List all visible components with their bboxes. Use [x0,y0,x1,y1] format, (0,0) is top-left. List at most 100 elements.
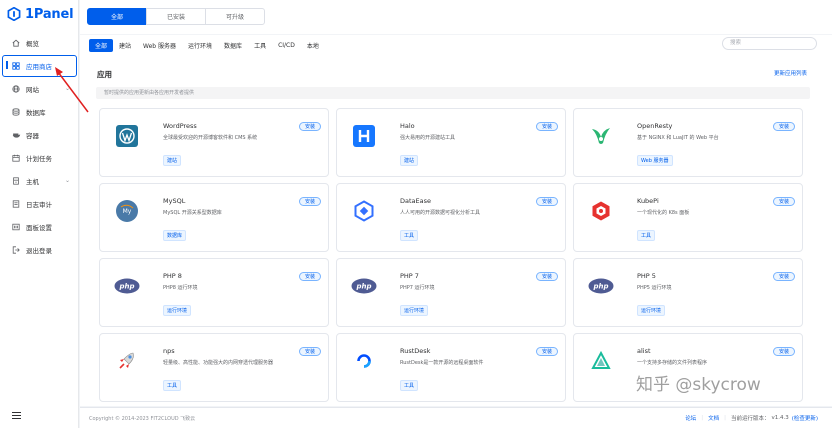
settings-icon [11,223,21,231]
tab-all[interactable]: 全部 [87,8,147,25]
sidebar-item-logout[interactable]: 退出登录 [0,238,78,261]
app-card[interactable]: DataEase 人人可用的开源数据可视化分析工具 工具 安装 [336,183,566,252]
app-name: Halo [400,122,415,130]
dataease-icon [351,198,377,224]
footer-links: 论坛 | 文档 | 当前运行版本： v1.4.3 (检查更新) [685,414,818,422]
version-number: v1.4.3 [771,415,789,421]
app-card[interactable]: Halo 强大易用的开源建站工具 建站 安装 [336,108,566,177]
app-card[interactable]: OpenResty 基于 NGINX 和 LuaJIT 的 Web 平台 Web… [573,108,803,177]
app-name: PHP 5 [637,272,656,280]
sidebar-item-cron[interactable]: 计划任务 [0,146,78,169]
sidebar-item-host[interactable]: 主机 ⌄ [0,169,78,192]
search-input[interactable]: 搜索 [722,37,817,50]
app-tag: 工具 [163,380,182,391]
sidebar: 1Panel 概览 应用商店 网站 ⌄ 数据库 容器 计划任务 主机 ⌄ 日志审… [0,0,79,428]
install-button[interactable]: 安装 [773,347,795,356]
app-card[interactable]: My MySQL MySQL 开源关系型数据库 数据库 安装 [99,183,329,252]
sidebar-item-settings[interactable]: 面板设置 [0,215,78,238]
filter-runtime[interactable]: 运行环境 [182,39,218,52]
logo[interactable]: 1Panel [0,0,78,28]
app-name: MySQL [163,197,186,205]
tab-upgradable[interactable]: 可升级 [205,8,265,25]
app-tag: 工具 [400,230,419,241]
install-button[interactable]: 安装 [773,122,795,131]
install-button[interactable]: 安装 [536,272,558,281]
app-card[interactable]: php PHP 7 PHP7 运行环境 运行环境 安装 [336,258,566,327]
app-tag: 运行环境 [163,305,192,316]
check-update-link[interactable]: (检查更新) [792,414,818,422]
install-button[interactable]: 安装 [536,347,558,356]
app-description: PHP8 运行环境 [163,285,198,291]
watermark: 知乎 @skycrow [636,375,761,395]
app-description: 一个现代化的 K8s 面板 [637,210,690,216]
tab-installed[interactable]: 已安装 [146,8,206,25]
app-card[interactable]: RustDesk RustDesk是一款开源的远程桌面软件 工具 安装 [336,333,566,402]
app-name: nps [163,347,175,355]
logout-icon [11,245,21,254]
rustdesk-icon [351,348,377,374]
app-tag: Web 服务器 [637,155,673,166]
app-name: WordPress [163,122,197,130]
app-description: 基于 NGINX 和 LuaJIT 的 Web 平台 [637,135,719,141]
sidebar-item-label: 应用商店 [26,62,52,71]
wordpress-icon [114,123,140,149]
alist-icon [588,348,614,374]
svg-text:php: php [592,283,608,291]
app-card[interactable]: KubePi 一个现代化的 K8s 面板 工具 安装 [573,183,803,252]
app-card[interactable]: php PHP 8 PHP8 运行环境 运行环境 安装 [99,258,329,327]
calendar-icon [11,154,21,162]
php-icon: php [351,273,377,299]
app-tag: 工具 [400,380,419,391]
docs-link[interactable]: 文档 [708,414,719,422]
home-icon [11,39,21,47]
sync-app-list-link[interactable]: 更新应用列表 [774,69,807,77]
category-filters: 全部 建站 Web 服务器 运行环境 数据库 工具 CI/CD 本地 [89,38,325,52]
install-button[interactable]: 安装 [299,122,321,131]
app-card[interactable]: WordPress 全球最受欢迎的开源博客软件和 CMS 系统 建站 安装 [99,108,329,177]
svg-text:php: php [355,283,371,291]
container-icon [11,131,21,139]
svg-text:My: My [123,208,132,215]
filter-website[interactable]: 建站 [113,39,137,52]
install-button[interactable]: 安装 [773,197,795,206]
halo-icon [351,123,377,149]
app-name: RustDesk [400,347,431,355]
install-button[interactable]: 安装 [299,347,321,356]
sidebar-item-overview[interactable]: 概览 [0,31,78,54]
app-tag: 运行环境 [637,305,666,316]
install-button[interactable]: 安装 [299,197,321,206]
host-icon [11,176,21,185]
forum-link[interactable]: 论坛 [685,414,696,422]
install-button[interactable]: 安装 [299,272,321,281]
filter-database[interactable]: 数据库 [218,39,248,52]
app-name: alist [637,347,651,355]
sidebar-item-database[interactable]: 数据库 [0,100,78,123]
app-description: 人人可用的开源数据可视化分析工具 [400,210,481,216]
sidebar-item-logs[interactable]: 日志审计 [0,192,78,215]
footer: Copyright © 2014-2023 FIT2CLOUD 飞致云 论坛 |… [80,407,832,428]
filter-all[interactable]: 全部 [89,38,114,52]
collapse-menu-icon[interactable] [12,412,21,419]
app-card[interactable]: nps 轻量级、高性能、功能强大的内网穿透代理服务器 工具 安装 [99,333,329,402]
install-button[interactable]: 安装 [536,197,558,206]
app-name: OpenResty [637,122,673,130]
filter-tool[interactable]: 工具 [248,39,272,52]
sidebar-item-label: 网站 [26,85,39,94]
sidebar-item-app-store[interactable]: 应用商店 [0,54,78,77]
app-card[interactable]: php PHP 5 PHP5 运行环境 运行环境 安装 [573,258,803,327]
filter-cicd[interactable]: CI/CD [272,40,301,51]
filter-local[interactable]: 本地 [301,39,325,52]
app-tag: 工具 [637,230,656,241]
app-name: KubePi [637,197,659,205]
install-button[interactable]: 安装 [773,272,795,281]
sidebar-item-container[interactable]: 容器 [0,123,78,146]
install-button[interactable]: 安装 [536,122,558,131]
app-description: MySQL 开源关系型数据库 [163,210,222,216]
sidebar-nav: 概览 应用商店 网站 ⌄ 数据库 容器 计划任务 主机 ⌄ 日志审计 面板设置 … [0,31,78,261]
sidebar-item-label: 概览 [26,39,39,48]
filter-web-server[interactable]: Web 服务器 [137,39,182,52]
sidebar-item-website[interactable]: 网站 ⌄ [0,77,78,100]
app-tag: 数据库 [163,230,187,241]
mysql-icon: My [114,198,140,224]
app-tag: 运行环境 [400,305,429,316]
